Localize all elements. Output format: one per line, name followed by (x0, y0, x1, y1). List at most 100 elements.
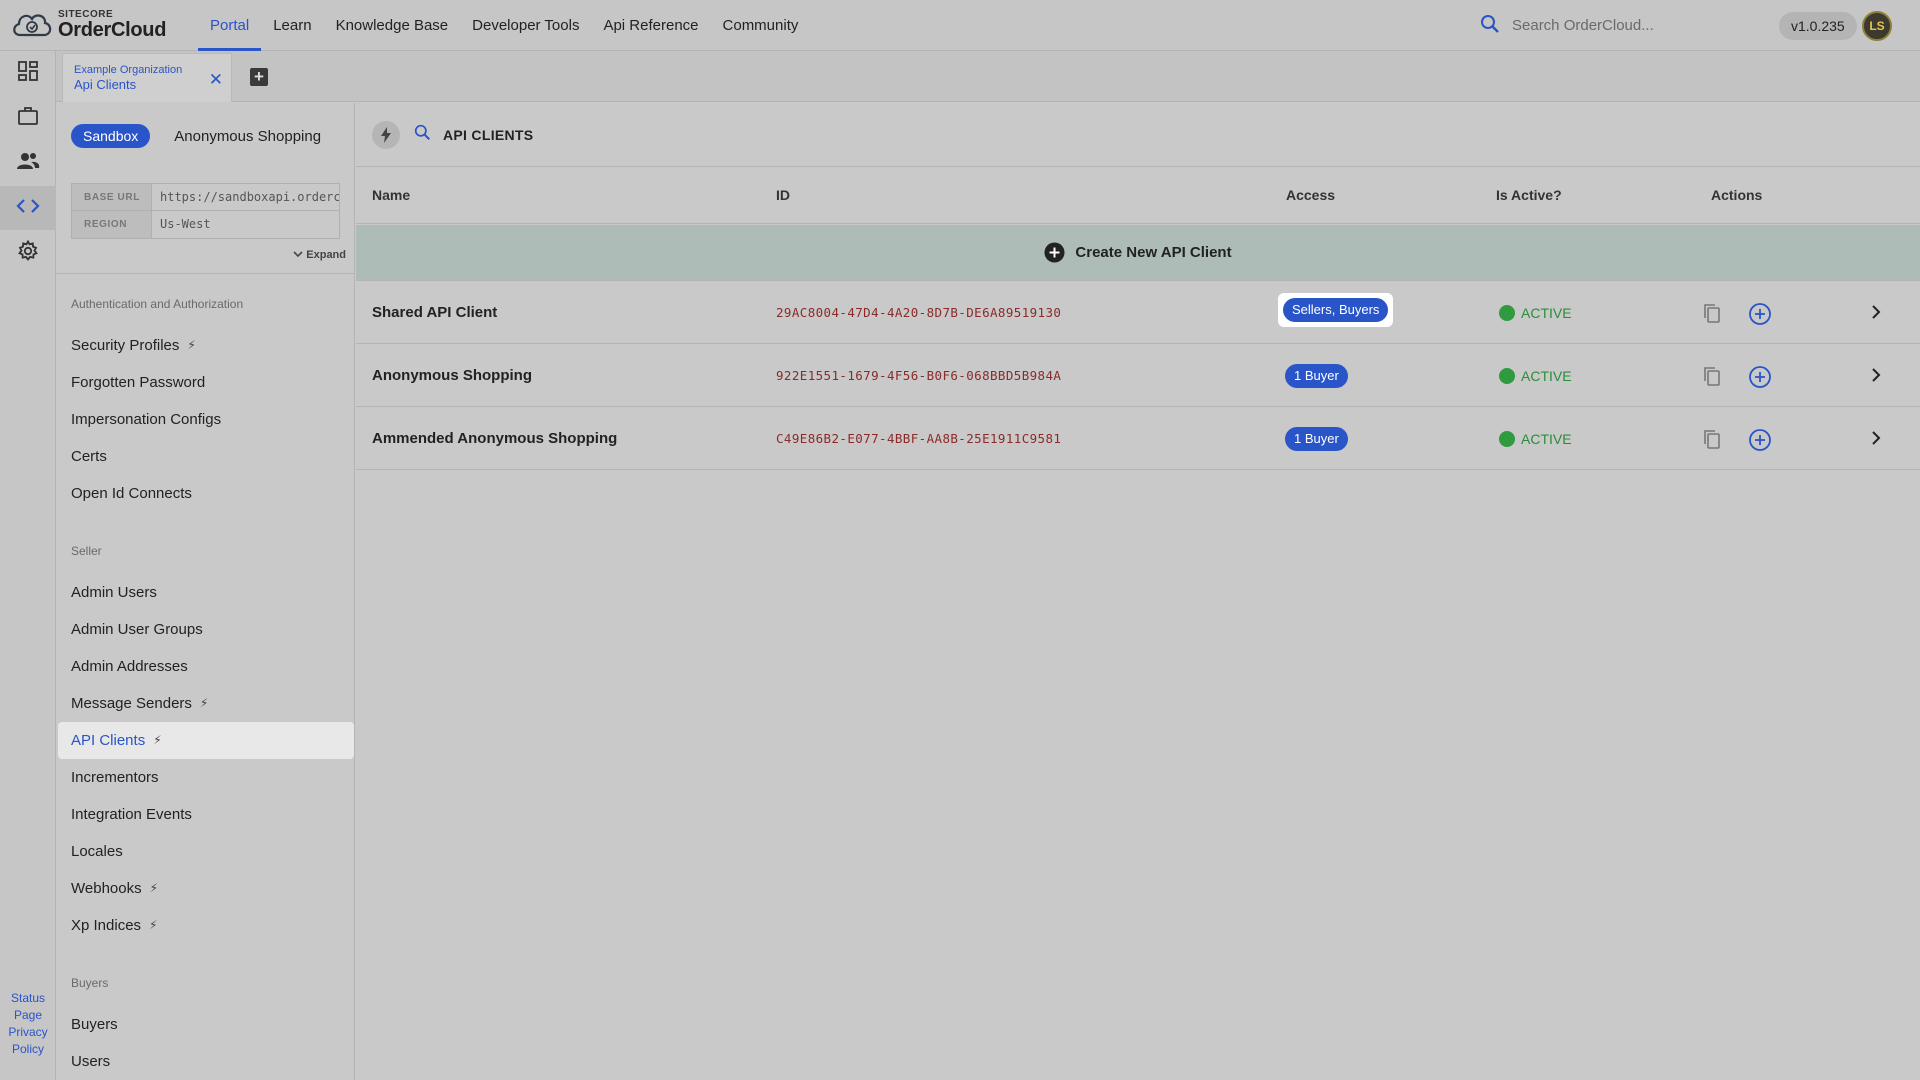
main-nav: Portal Learn Knowledge Base Developer To… (198, 0, 810, 51)
nav-api-reference[interactable]: Api Reference (591, 0, 710, 51)
close-tab-icon[interactable]: ✕ (209, 70, 223, 90)
briefcase-icon (17, 105, 39, 131)
active-dot-icon (1499, 431, 1515, 447)
icon-rail: Status Page Privacy Policy (0, 51, 56, 1080)
bolt-icon: ⚡︎ (149, 918, 158, 932)
privacy-policy-link-line2[interactable]: Policy (0, 1041, 56, 1058)
nav-portal[interactable]: Portal (198, 0, 262, 51)
client-name: Anonymous Shopping (372, 367, 532, 384)
region-label: REGION (72, 211, 152, 238)
cloud-logo-icon (10, 7, 54, 43)
menu-certs[interactable]: Certs (58, 438, 354, 475)
add-assignment-icon[interactable] (1748, 428, 1772, 452)
menu-forgotten-password[interactable]: Forgotten Password (58, 364, 354, 401)
status-indicator: ACTIVE (1499, 408, 1572, 470)
dashboard-icon (17, 60, 39, 86)
privacy-policy-link-line1[interactable]: Privacy (0, 1024, 56, 1041)
client-name: Shared API Client (372, 304, 498, 321)
chevron-right-icon[interactable] (1869, 429, 1883, 447)
menu-incrementors[interactable]: Incrementors (58, 759, 354, 796)
bolt-icon: ⚡︎ (199, 696, 209, 710)
create-api-client-button[interactable]: Create New API Client (356, 225, 1920, 281)
chevron-right-icon[interactable] (1869, 303, 1883, 321)
access-badge[interactable]: 1 Buyer (1285, 427, 1348, 451)
col-name[interactable]: Name (372, 167, 410, 224)
copy-icon[interactable] (1701, 302, 1723, 324)
chevron-down-icon (293, 251, 303, 258)
menu-api-clients[interactable]: API Clients ⚡︎ (58, 722, 354, 759)
main-content: API CLIENTS Name ID Access Is Active? Ac… (356, 103, 1920, 1080)
access-badge[interactable]: Sellers, Buyers (1283, 298, 1389, 322)
menu-open-id-connects[interactable]: Open Id Connects (58, 475, 354, 512)
table-row[interactable]: Shared API Client 29AC8004-47D4-4A20-8D7… (356, 282, 1920, 344)
users-icon (16, 150, 40, 176)
plus-circle-icon (1044, 242, 1065, 263)
rail-users[interactable] (0, 141, 56, 185)
version-badge[interactable]: v1.0.235 (1779, 12, 1857, 40)
access-badge-highlight: Sellers, Buyers (1278, 293, 1394, 327)
menu-impersonation-configs[interactable]: Impersonation Configs (58, 401, 354, 438)
add-tab-button[interactable]: + (250, 68, 268, 86)
status-page-link-line2[interactable]: Page (0, 1007, 56, 1024)
menu-admin-addresses[interactable]: Admin Addresses (58, 648, 354, 685)
menu-security-profiles[interactable]: Security Profiles ⚡︎ (58, 327, 354, 364)
section-seller-title: Seller (71, 544, 102, 558)
menu-integration-events[interactable]: Integration Events (58, 796, 354, 833)
active-dot-icon (1499, 305, 1515, 321)
settings-icon (17, 239, 39, 266)
tab-org-name: Example Organization (74, 64, 183, 76)
col-is-active: Is Active? (1496, 187, 1562, 203)
menu-buyers[interactable]: Buyers (58, 1006, 354, 1043)
tab-title: Api Clients (74, 77, 137, 92)
search-icon[interactable] (1480, 14, 1500, 38)
menu-message-senders[interactable]: Message Senders ⚡︎ (58, 685, 354, 722)
client-id: 29AC8004-47D4-4A20-8D7B-DE6A89519130 (776, 305, 1062, 320)
client-name: Ammended Anonymous Shopping (372, 430, 618, 447)
rail-code[interactable] (0, 186, 56, 230)
user-avatar[interactable]: LS (1862, 11, 1892, 41)
col-id[interactable]: ID (776, 167, 790, 224)
expand-toggle[interactable]: Expand (293, 249, 346, 261)
menu-webhooks[interactable]: Webhooks ⚡︎ (58, 870, 354, 907)
chevron-right-icon[interactable] (1869, 366, 1883, 384)
workspace-tab-bar: Example Organization Api Clients ✕ + (56, 51, 1920, 102)
add-assignment-icon[interactable] (1748, 365, 1772, 389)
menu-admin-user-groups[interactable]: Admin User Groups (58, 611, 354, 648)
status-page-link-line1[interactable]: Status (0, 990, 56, 1007)
global-search (1480, 0, 1752, 51)
status-text: ACTIVE (1521, 368, 1572, 384)
nav-developer-tools[interactable]: Developer Tools (460, 0, 591, 51)
search-icon[interactable] (414, 124, 431, 145)
environment-badge[interactable]: Sandbox (71, 124, 151, 148)
rail-products[interactable] (0, 96, 56, 140)
tab-api-clients[interactable]: Example Organization Api Clients ✕ (62, 53, 232, 102)
table-row[interactable]: Anonymous Shopping 922E1551-1679-4F56-B0… (356, 345, 1920, 407)
nav-learn[interactable]: Learn (261, 0, 323, 51)
expand-label: Expand (306, 249, 346, 261)
rail-dashboard[interactable] (0, 51, 56, 95)
copy-icon[interactable] (1701, 428, 1723, 450)
nav-community[interactable]: Community (711, 0, 811, 51)
brand-name: OrderCloud (58, 19, 167, 41)
client-id: 922E1551-1679-4F56-B0F6-068BBD5B984A (776, 368, 1062, 383)
ordercloud-logo[interactable]: SITECORE OrderCloud (10, 0, 180, 51)
base-url-value[interactable]: https://sandboxapi.ordercloud.io (152, 184, 339, 210)
rail-settings[interactable] (0, 231, 56, 275)
copy-icon[interactable] (1701, 365, 1723, 387)
panel-divider (56, 273, 354, 274)
menu-users[interactable]: Users (58, 1043, 354, 1080)
access-badge[interactable]: 1 Buyer (1285, 364, 1348, 388)
create-label: Create New API Client (1075, 244, 1232, 261)
table-row[interactable]: Ammended Anonymous Shopping C49E86B2-E07… (356, 408, 1920, 470)
bolt-toggle-button[interactable] (372, 120, 400, 149)
rail-footer-links: Status Page Privacy Policy (0, 990, 56, 1058)
search-input[interactable] (1512, 17, 1752, 34)
nav-knowledge-base[interactable]: Knowledge Base (324, 0, 461, 51)
menu-locales[interactable]: Locales (58, 833, 354, 870)
add-assignment-icon[interactable] (1748, 302, 1772, 326)
base-url-label: BASE URL (72, 184, 152, 210)
menu-admin-users[interactable]: Admin Users (58, 574, 354, 611)
api-info-table: BASE URL https://sandboxapi.ordercloud.i… (71, 183, 340, 239)
menu-xp-indices[interactable]: Xp Indices ⚡︎ (58, 907, 354, 944)
col-actions: Actions (1711, 187, 1763, 203)
